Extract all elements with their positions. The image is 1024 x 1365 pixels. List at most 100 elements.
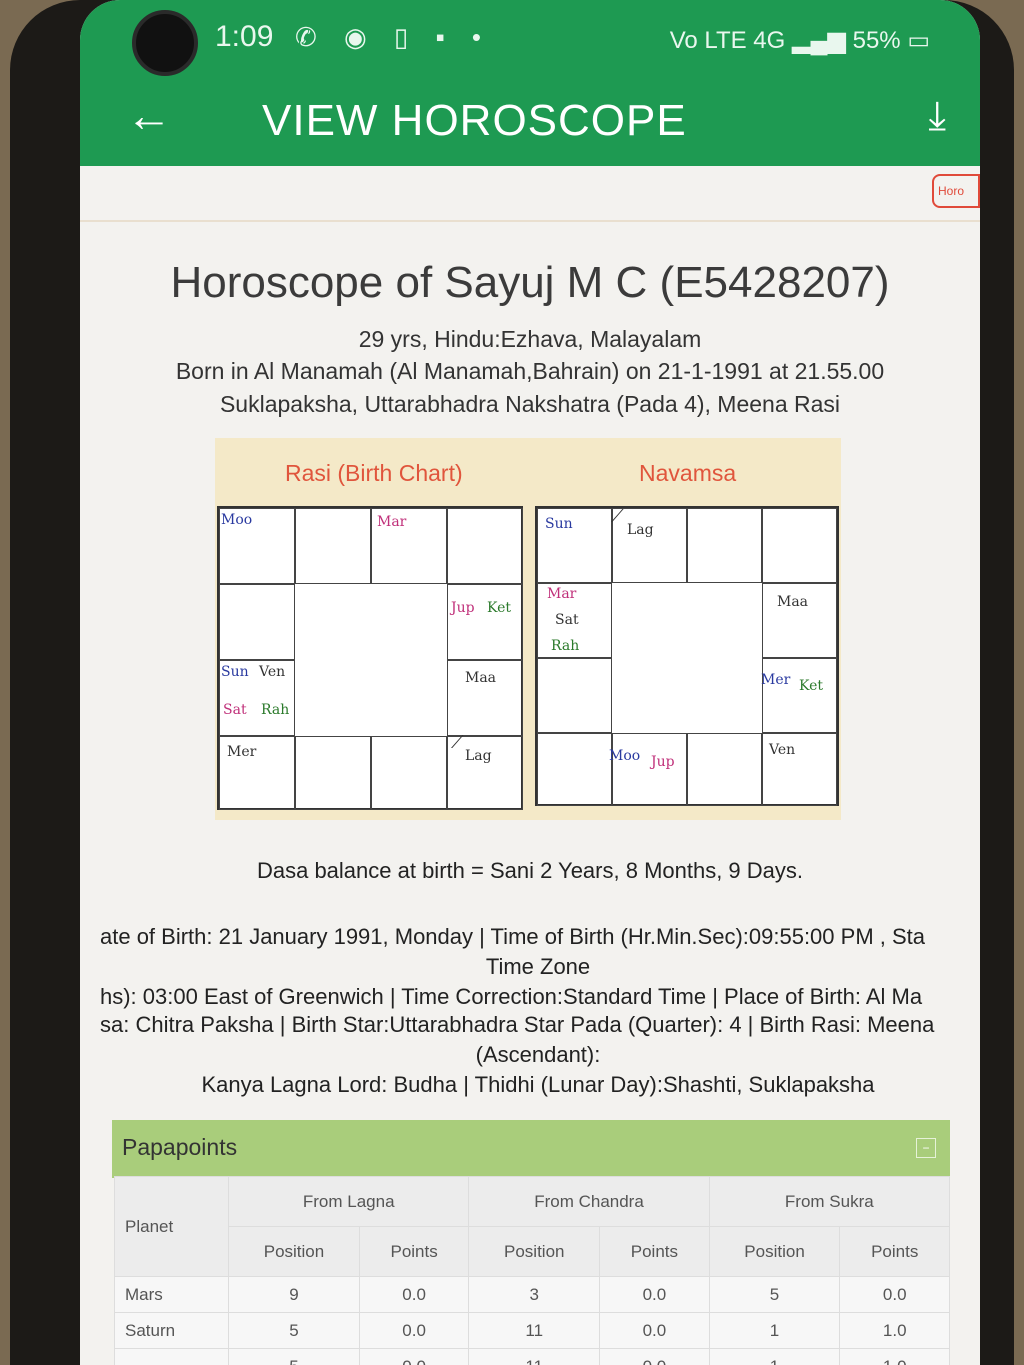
back-arrow-icon[interactable]: ← (126, 88, 172, 142)
group-header: From Sukra (708, 1176, 951, 1227)
lagna-mark-icon: ⟋ (611, 506, 624, 527)
planet-cell: Saturn (113, 1312, 230, 1349)
col-planet: Planet (113, 1176, 230, 1277)
value-cell: 9 (228, 1276, 360, 1313)
screen: 1:09 ✆ ◉ ▯ ▪ • Vo LTE 4G ▂▄▆ 55% ▭ ← VIE… (80, 0, 980, 1365)
rasi-house (447, 584, 523, 660)
value-cell: 11 (468, 1348, 601, 1365)
table-row: Saturn 5 0.0 11 0.0 1 1.0 (113, 1312, 950, 1349)
navamsa-house (537, 658, 612, 733)
value-cell: 0.0 (599, 1348, 710, 1365)
dasa-balance: Dasa balance at birth = Sani 2 Years, 8 … (256, 858, 804, 883)
download-icon[interactable]: ⤓ (928, 94, 946, 139)
navamsa-planet-sat: Sat (555, 612, 579, 628)
rasi-planet-mar: Mar (377, 514, 407, 530)
battery-icon: ▭ (907, 27, 930, 54)
value-cell: 0.0 (599, 1276, 710, 1313)
rasi-planet-sat: Sat (223, 702, 247, 718)
status-time: 1:09 (215, 20, 274, 53)
papapoints-table: Planet From Lagna From Chandra From Sukr… (113, 1176, 951, 1365)
sub-header: Position (708, 1226, 841, 1277)
value-cell: 1 (708, 1312, 841, 1349)
details-line-5: (Ascendant): (475, 1042, 601, 1067)
rasi-planet-lag: Lag (465, 748, 492, 764)
navamsa-house (762, 508, 837, 583)
network-indicator: Vo LTE 4G (669, 27, 786, 54)
details-line-1: ate of Birth: 21 January 1991, Monday | … (100, 924, 925, 949)
navamsa-planet-mer: Mer (761, 672, 791, 688)
value-cell: 1.0 (839, 1348, 950, 1365)
group-header: From Lagna (228, 1176, 470, 1227)
details-line-2: Time Zone (485, 954, 591, 979)
sub-header: Position (468, 1226, 601, 1277)
value-cell: 5 (228, 1348, 360, 1365)
sub-header: Points (358, 1226, 470, 1277)
navamsa-planet-lag: Lag (627, 522, 654, 538)
rasi-planet-mer: Mer (227, 744, 257, 760)
navamsa-house (762, 658, 837, 733)
rasi-house (219, 584, 295, 660)
navamsa-planet-moo: Moo (609, 748, 641, 764)
table-row: 5 0.0 11 0.0 1 1.0 (113, 1348, 950, 1365)
navamsa-house (687, 733, 762, 806)
value-cell: 0.0 (358, 1312, 470, 1349)
table-row: Mars 9 0.0 3 0.0 5 0.0 (113, 1276, 950, 1313)
navamsa-house (612, 733, 687, 806)
battery-percent: 55% (852, 27, 901, 54)
navamsa-planet-rah: Rah (551, 638, 580, 654)
navamsa-planet-ket: Ket (799, 678, 823, 694)
lagna-mark-icon: ⟋ (451, 732, 464, 753)
value-cell: 11 (468, 1312, 601, 1349)
subtitle-line-1: 29 yrs, Hindu:Ezhava, Malayalam (358, 326, 702, 352)
status-right: Vo LTE 4G ▂▄▆ 55% ▭ (670, 26, 930, 55)
value-cell: 1.0 (839, 1312, 950, 1349)
value-cell: 1 (708, 1348, 841, 1365)
papapoints-header[interactable]: Papapoints − (112, 1120, 950, 1178)
phone-frame: 1:09 ✆ ◉ ▯ ▪ • Vo LTE 4G ▂▄▆ 55% ▭ ← VIE… (10, 0, 1014, 1365)
page-title: Horoscope of Sayuj M C (E5428207) (170, 258, 890, 307)
details-line-6: Kanya Lagna Lord: Budha | Thidhi (Lunar … (201, 1072, 875, 1097)
horoscope-tag[interactable]: Horo (932, 174, 980, 208)
rasi-house (295, 736, 371, 810)
navamsa-title: Navamsa (639, 460, 737, 486)
rasi-planet-rah: Rah (261, 702, 290, 718)
planet-cell: Mars (113, 1276, 230, 1313)
navamsa-planet-jup: Jup (651, 754, 675, 770)
value-cell: 3 (468, 1276, 601, 1313)
rasi-house (295, 508, 371, 584)
top-strip: Horo (80, 166, 980, 222)
value-cell: 0.0 (839, 1276, 950, 1313)
front-camera (132, 10, 198, 76)
app-title: VIEW HOROSCOPE (262, 96, 687, 145)
charts-panel: Rasi (Birth Chart) Navamsa Moo Mar Jup K… (215, 438, 841, 820)
status-bar: 1:09 ✆ ◉ ▯ ▪ • Vo LTE 4G ▂▄▆ 55% ▭ (80, 0, 980, 80)
navamsa-planet-mar: Mar (547, 586, 577, 602)
navamsa-house (687, 508, 762, 583)
sub-header: Points (599, 1226, 710, 1277)
value-cell: 0.0 (599, 1312, 710, 1349)
rasi-house (371, 736, 447, 810)
subtitle-line-2: Born in Al Manamah (Al Manamah,Bahrain) … (175, 358, 885, 384)
value-cell: 0.0 (358, 1276, 470, 1313)
signal-icon: ▂▄▆ (792, 27, 846, 54)
value-cell: 0.0 (358, 1348, 470, 1365)
rasi-planet-ket: Ket (487, 600, 511, 616)
group-header: From Chandra (468, 1176, 710, 1227)
rasi-planet-moo: Moo (221, 512, 253, 528)
details-line-4: sa: Chitra Paksha | Birth Star:Uttarabha… (100, 1012, 935, 1037)
app-bar: ← VIEW HOROSCOPE ⤓ (80, 80, 980, 166)
navamsa-planet-sun: Sun (545, 516, 573, 532)
papapoints-title: Papapoints (122, 1134, 238, 1160)
rasi-chart: Moo Mar Jup Ket Sun Ven Sat Rah Maa Mer … (217, 506, 523, 810)
rasi-planet-ven: Ven (259, 664, 286, 680)
navamsa-house (537, 733, 612, 806)
rasi-planet-sun: Sun (221, 664, 249, 680)
navamsa-planet-maa: Maa (777, 594, 809, 610)
subtitle-line-3: Suklapaksha, Uttarabhadra Nakshatra (Pad… (219, 391, 841, 417)
details-line-3: hs): 03:00 East of Greenwich | Time Corr… (100, 984, 923, 1009)
value-cell: 5 (708, 1276, 841, 1313)
planet-cell (113, 1348, 230, 1365)
rasi-title: Rasi (Birth Chart) (285, 460, 463, 486)
navamsa-chart: Sun ⟋ Lag Mar Sat Rah Maa Mer Ket Moo Ju… (535, 506, 839, 806)
collapse-icon[interactable]: − (916, 1138, 936, 1158)
